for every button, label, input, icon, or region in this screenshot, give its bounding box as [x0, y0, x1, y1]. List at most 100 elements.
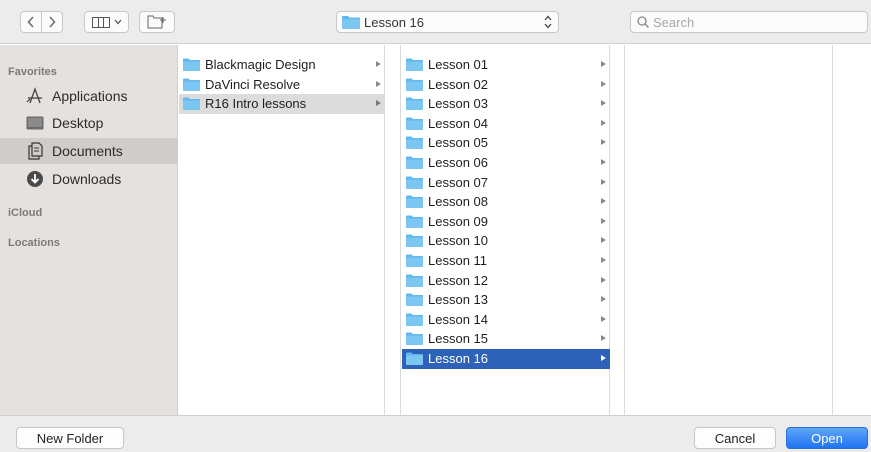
list-item[interactable]: R16 Intro lessons — [179, 94, 385, 114]
sidebar: Favorites Applications Desktop Documents… — [0, 45, 178, 415]
item-label: Lesson 04 — [428, 115, 488, 131]
item-label: Lesson 16 — [428, 351, 488, 366]
new-folder-toolbar-button[interactable] — [139, 11, 175, 33]
folder-icon — [406, 274, 423, 287]
disclosure-arrow-icon — [601, 355, 606, 361]
path-label: Lesson 16 — [364, 14, 424, 30]
list-item[interactable]: Lesson 13 — [402, 290, 610, 310]
list-item[interactable]: Blackmagic Design — [179, 55, 385, 75]
folder-icon — [406, 58, 423, 71]
disclosure-arrow-icon — [376, 100, 381, 107]
list-item[interactable]: Lesson 10 — [402, 231, 610, 251]
disclosure-arrow-icon — [601, 257, 606, 263]
disclosure-arrow-icon — [601, 237, 606, 244]
list-item[interactable]: Lesson 16 — [402, 349, 610, 369]
back-button[interactable] — [20, 11, 42, 33]
disclosure-arrow-icon — [601, 315, 606, 322]
folder-icon — [406, 332, 423, 346]
disclosure-arrow-icon — [601, 276, 606, 283]
list-item[interactable]: Lesson 01 — [402, 55, 610, 75]
list-item[interactable]: Lesson 07 — [402, 173, 610, 193]
folder-icon — [406, 195, 423, 209]
list-item[interactable]: Lesson 09 — [402, 212, 610, 232]
favorites-header: Favorites — [8, 66, 57, 78]
forward-button[interactable] — [41, 11, 63, 33]
column-divider[interactable] — [610, 45, 625, 415]
sidebar-item-downloads[interactable]: Downloads — [0, 166, 177, 192]
sidebar-item-applications[interactable]: Applications — [0, 83, 177, 109]
column-divider[interactable] — [385, 45, 401, 415]
desktop-icon — [26, 116, 44, 130]
item-label: Blackmagic Design — [205, 57, 316, 72]
folder-icon — [406, 352, 423, 365]
item-label: Lesson 03 — [428, 96, 488, 112]
item-label: Lesson 12 — [428, 272, 488, 288]
column-view-icon — [91, 16, 110, 28]
list-item[interactable]: Lesson 05 — [402, 133, 610, 153]
sidebar-item-label: Applications — [52, 88, 128, 104]
item-label: Lesson 10 — [428, 233, 488, 249]
item-label: Lesson 05 — [428, 135, 488, 151]
path-popup[interactable]: Lesson 16 — [336, 11, 559, 33]
cancel-button[interactable]: Cancel — [694, 427, 776, 449]
open-button[interactable]: Open — [786, 427, 868, 449]
list-item[interactable]: Lesson 03 — [402, 94, 610, 114]
list-item[interactable]: Lesson 04 — [402, 114, 610, 134]
disclosure-arrow-icon — [376, 80, 381, 87]
applications-icon — [26, 87, 42, 104]
folder-icon — [406, 176, 423, 189]
updown-arrows-icon — [544, 15, 552, 29]
item-label: Lesson 15 — [428, 331, 488, 347]
view-mode-button[interactable] — [84, 11, 129, 33]
toolbar: Lesson 16 — [0, 0, 871, 44]
list-item[interactable]: DaVinci Resolve — [179, 75, 385, 95]
sidebar-item-desktop[interactable]: Desktop — [0, 110, 177, 136]
new-folder-button[interactable]: New Folder — [16, 427, 124, 449]
folder-icon — [406, 215, 423, 228]
item-label: Lesson 11 — [428, 253, 488, 268]
list-item[interactable]: Lesson 08 — [402, 192, 610, 212]
disclosure-arrow-icon — [376, 61, 381, 67]
sidebar-item-documents[interactable]: Documents — [0, 138, 177, 164]
sidebar-item-label: Documents — [52, 143, 123, 159]
list-item[interactable]: Lesson 02 — [402, 75, 610, 95]
disclosure-arrow-icon — [601, 178, 606, 185]
search-input[interactable] — [653, 14, 853, 30]
disclosure-arrow-icon — [601, 159, 606, 165]
documents-icon — [28, 142, 43, 160]
folder-icon — [183, 97, 200, 111]
list-item[interactable]: Lesson 14 — [402, 310, 610, 330]
downloads-icon — [27, 171, 43, 187]
chevron-right-icon — [49, 16, 56, 28]
disclosure-arrow-icon — [601, 119, 606, 126]
sidebar-item-label: Downloads — [52, 171, 122, 187]
disclosure-arrow-icon — [601, 296, 606, 303]
folder-icon — [406, 313, 423, 326]
folder-icon — [406, 97, 423, 111]
item-label: Lesson 08 — [428, 194, 488, 210]
list-item[interactable]: Lesson 15 — [402, 329, 610, 349]
list-item[interactable]: Lesson 11 — [402, 251, 610, 271]
list-item[interactable]: Lesson 06 — [402, 153, 610, 173]
list-item[interactable]: Lesson 12 — [402, 271, 610, 291]
disclosure-arrow-icon — [601, 217, 606, 224]
disclosure-arrow-icon — [601, 80, 606, 87]
folder-icon — [406, 78, 423, 91]
folder-icon — [406, 136, 423, 150]
disclosure-arrow-icon — [601, 61, 606, 67]
locations-header[interactable]: Locations — [8, 237, 60, 249]
icloud-header[interactable]: iCloud — [8, 207, 42, 219]
folder-icon — [183, 58, 200, 71]
folder-icon — [406, 117, 423, 130]
item-label: Lesson 09 — [428, 213, 488, 229]
search-field[interactable] — [630, 11, 868, 33]
folder-icon — [406, 156, 423, 169]
new-folder-icon — [147, 15, 166, 29]
disclosure-arrow-icon — [601, 335, 606, 342]
item-label: R16 Intro lessons — [205, 96, 307, 112]
folder-icon — [342, 16, 360, 29]
browser-column-2: Lesson 01 Lesson 02 Lesson 03 Lesson 04 Less… — [402, 45, 610, 415]
item-label: Lesson 01 — [428, 57, 488, 72]
item-label: Lesson 13 — [428, 292, 488, 308]
browser-column-3 — [626, 45, 833, 415]
